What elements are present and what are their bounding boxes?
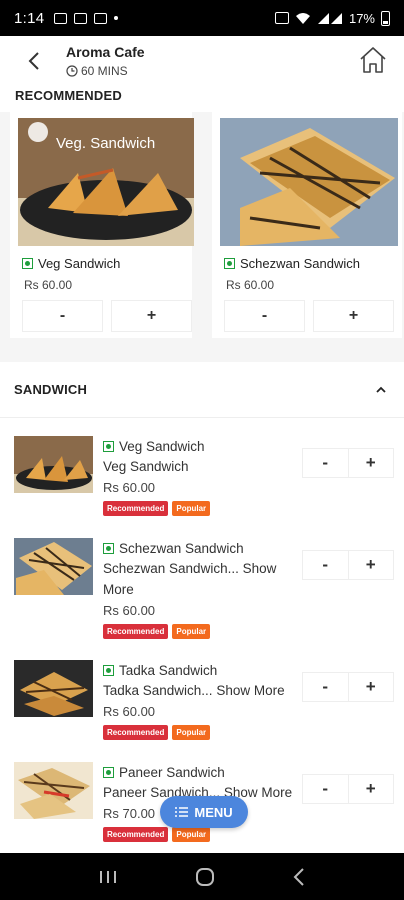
item-price: Rs 60.00 [103, 480, 156, 495]
popular-badge: Popular [172, 501, 211, 516]
home-button[interactable] [358, 45, 388, 75]
item-price: Rs 60.00 [103, 603, 156, 618]
decrease-button[interactable]: - [303, 449, 348, 477]
veg-icon [22, 258, 33, 269]
battery-percent: 17% [348, 10, 375, 26]
battery-icon [381, 10, 390, 26]
item-description[interactable]: Tadka Sandwich... Show More [103, 680, 299, 701]
recent-apps-icon[interactable] [99, 869, 117, 885]
item-name: Schezwan Sandwich [224, 256, 360, 271]
app-icon [94, 12, 108, 24]
recommended-badge: Recommended [103, 501, 169, 516]
menu-button[interactable]: MENU [160, 796, 248, 828]
home-circle-icon[interactable] [195, 867, 215, 887]
status-time: 1:14 [14, 9, 45, 27]
decrease-button[interactable]: - [303, 775, 348, 803]
item-image [14, 538, 93, 595]
section-title: SANDWICH [14, 382, 88, 397]
status-bar: 1:14 17% [0, 0, 404, 36]
section-header[interactable]: SANDWICH [0, 362, 404, 418]
delivery-time: 60 MINS [66, 64, 145, 78]
recommended-carousel[interactable]: Veg. Sandwich Veg Sandwich Rs 60.00 - + … [0, 112, 404, 346]
wifi-icon [295, 12, 310, 24]
veg-icon [103, 664, 114, 676]
section-spacer [0, 346, 404, 362]
chevron-up-icon[interactable] [376, 386, 386, 393]
mail-icon [74, 12, 88, 24]
delivery-time-text: 60 MINS [81, 64, 128, 78]
item-name: Schezwan Sandwich [103, 538, 299, 558]
veg-icon [224, 258, 235, 269]
app-header: Aroma Cafe 60 MINS [0, 36, 404, 86]
restaurant-name: Aroma Cafe [66, 44, 145, 60]
increase-button[interactable]: + [313, 300, 394, 332]
item-image [14, 762, 93, 819]
increase-button[interactable]: + [347, 775, 394, 803]
quantity-stepper: - + [302, 550, 394, 580]
system-nav-bar [0, 853, 404, 900]
decrease-button[interactable]: - [22, 300, 103, 332]
popular-badge: Popular [172, 827, 211, 842]
home-icon [360, 47, 386, 73]
increase-button[interactable]: + [347, 673, 394, 701]
clock-icon [66, 65, 78, 77]
signal-icon [317, 12, 342, 24]
recommended-badge: Recommended [103, 827, 169, 842]
quantity-stepper: - + [302, 448, 394, 478]
popular-badge: Popular [172, 624, 211, 639]
increase-button[interactable]: + [347, 551, 394, 579]
back-button[interactable] [20, 47, 48, 75]
alarm-icon [274, 12, 289, 24]
quantity-stepper: - + [224, 300, 394, 332]
item-image [14, 436, 93, 493]
recommended-badge: Recommended [103, 725, 169, 740]
recommended-badge: Recommended [103, 624, 169, 639]
quantity-stepper: - + [302, 672, 394, 702]
sandwich-image [220, 118, 398, 246]
nav-back-icon[interactable] [293, 867, 305, 886]
recommended-card[interactable]: Schezwan Sandwich Rs 60.00 - + [212, 112, 402, 338]
veg-icon [103, 766, 114, 778]
increase-button[interactable]: + [347, 449, 394, 477]
item-price: Rs 60.00 [24, 278, 73, 292]
quantity-stepper: - + [22, 300, 192, 332]
recommended-card[interactable]: Veg. Sandwich Veg Sandwich Rs 60.00 - + [10, 112, 194, 338]
decrease-button[interactable]: - [303, 551, 348, 579]
veg-icon [103, 440, 114, 452]
item-image [14, 660, 93, 717]
increase-button[interactable]: + [111, 300, 192, 332]
gallery-icon [54, 12, 68, 24]
decrease-button[interactable]: - [303, 673, 348, 701]
popular-badge: Popular [172, 725, 211, 740]
dot-icon [114, 16, 119, 20]
recommended-title: RECOMMENDED [15, 88, 122, 103]
decrease-button[interactable]: - [224, 300, 305, 332]
item-name: Veg Sandwich [22, 256, 120, 271]
image-caption: Veg. Sandwich [56, 135, 155, 152]
item-name: Paneer Sandwich [103, 762, 299, 782]
item-description: Veg Sandwich [103, 459, 189, 474]
notification-icons [54, 12, 119, 24]
item-name: Tadka Sandwich [103, 660, 299, 680]
back-arrow-icon [28, 52, 39, 70]
veg-icon [103, 542, 114, 554]
item-price: Rs 60.00 [226, 278, 275, 292]
sandwich-image: Veg. Sandwich [18, 118, 194, 246]
item-price: Rs 60.00 [103, 704, 156, 719]
item-name: Veg Sandwich [103, 436, 299, 456]
list-icon [175, 807, 189, 817]
item-description[interactable]: Schezwan Sandwich... Show More [103, 558, 299, 600]
menu-button-label: MENU [194, 804, 233, 820]
quantity-stepper: - + [302, 774, 394, 804]
